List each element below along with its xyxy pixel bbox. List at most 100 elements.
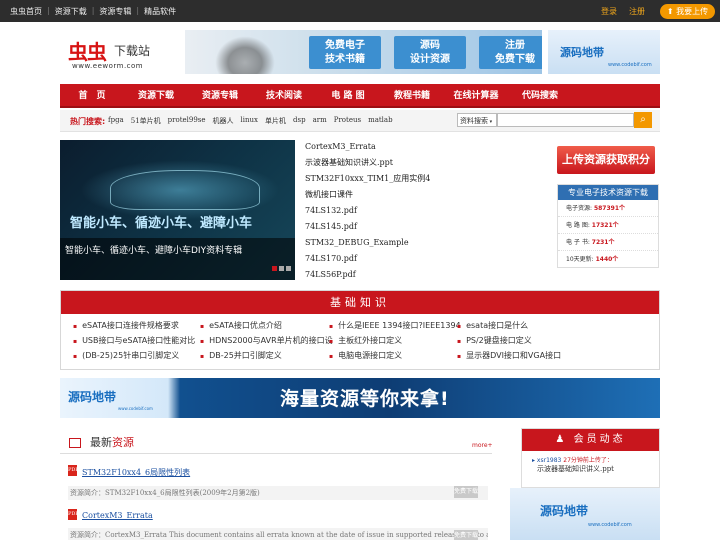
hot-search-label: 热门搜索: bbox=[70, 117, 106, 126]
slider-dots bbox=[270, 266, 291, 271]
top-nav-download[interactable]: 资源下载 bbox=[55, 6, 87, 17]
more-link[interactable]: more+ bbox=[472, 442, 493, 449]
hot-word[interactable]: linux bbox=[241, 116, 258, 126]
nav-download[interactable]: 资源下载 bbox=[124, 84, 188, 106]
slider-dot[interactable] bbox=[279, 266, 284, 271]
knowledge-link[interactable]: HDNS2000与AVR单片机的接口设 bbox=[200, 335, 338, 346]
mid-banner-url: www.codebif.com bbox=[118, 406, 153, 411]
slider-dot[interactable] bbox=[286, 266, 291, 271]
banner-box-line: 免费电子 bbox=[325, 40, 365, 51]
top-bar: 虫虫首页 | 资源下载 | 资源专辑 | 精品软件 登录 注册 ⬆ 我要上传 bbox=[0, 0, 720, 22]
codebif-side-ad[interactable]: 源码地带 www.codebif.com bbox=[510, 488, 660, 540]
knowledge-link[interactable]: 主板红外接口定义 bbox=[329, 335, 467, 346]
knowledge-link[interactable]: esata接口是什么 bbox=[457, 320, 595, 331]
knowledge-link[interactable]: PS/2键盘接口定义 bbox=[457, 335, 595, 346]
knowledge-link[interactable]: eSATA接口连接件规格要求 bbox=[73, 320, 211, 331]
file-link[interactable]: STM32_DEBUG_Example bbox=[305, 237, 505, 253]
hot-word[interactable]: 单片机 bbox=[265, 116, 286, 126]
nav-code-search[interactable]: 代码搜索 bbox=[508, 84, 572, 106]
stat-label: 电 路 图: bbox=[566, 222, 590, 229]
banner-box-line: 免费下载 bbox=[495, 54, 535, 65]
user-icon: ♟ bbox=[555, 434, 574, 445]
search-type-select[interactable]: 资料搜索 ▾ bbox=[457, 113, 497, 127]
hot-word[interactable]: 51单片机 bbox=[131, 116, 161, 126]
file-link[interactable]: 示波器基础知识讲义.ppt bbox=[305, 157, 505, 173]
register-link[interactable]: 注册 bbox=[629, 6, 645, 17]
slider-caption[interactable]: 智能小车、循迹小车、避障小车DIY资料专辑 bbox=[60, 238, 295, 280]
nav-reading[interactable]: 技术阅读 bbox=[252, 84, 316, 106]
knowledge-link[interactable]: (DB-25)25针串口引脚定义 bbox=[73, 350, 211, 361]
knowledge-link[interactable]: 显示器DVI接口和VGA接口 bbox=[457, 350, 595, 361]
stat-value: 17321个 bbox=[591, 222, 619, 229]
slider-dot[interactable] bbox=[272, 266, 277, 271]
knowledge-link[interactable]: 什么是IEEE 1394接口?IEEE1394 bbox=[329, 320, 467, 331]
mid-banner-ad[interactable]: 源码地带 www.codebif.com 海量资源等你来拿! bbox=[60, 378, 660, 418]
activity-action: 27分钟前上传了： bbox=[563, 457, 613, 464]
slider-headline: 智能小车、循迹小车、避障小车 bbox=[70, 216, 253, 231]
stat-row: 电 子 书: 7231个 bbox=[558, 234, 658, 251]
latest-resources-title: 最新资源 bbox=[90, 434, 134, 450]
search-button[interactable]: ⌕ bbox=[634, 112, 652, 128]
download-button[interactable]: 免费下载 bbox=[454, 486, 478, 498]
knowledge-link[interactable]: 电脑电源接口定义 bbox=[329, 350, 467, 361]
banner-box-line: 源码 bbox=[420, 40, 440, 51]
activity-user[interactable]: xsr1983 bbox=[537, 457, 561, 464]
upload-resource-button[interactable]: 上传资源获取积分 bbox=[557, 146, 655, 174]
hot-word[interactable]: dsp bbox=[293, 116, 306, 126]
recent-files-list: CortexM3_Errata 示波器基础知识讲义.ppt STM32F10xx… bbox=[305, 141, 505, 285]
hot-word[interactable]: 机器人 bbox=[213, 116, 234, 126]
activity-file[interactable]: 示波器基础知识讲义.ppt bbox=[522, 464, 659, 474]
site-logo[interactable]: 虫虫 下载站 www.eeworm.com bbox=[68, 34, 178, 74]
knowledge-link[interactable]: USB接口与eSATA接口性能对比 bbox=[73, 335, 211, 346]
banner-box-line: 技术书籍 bbox=[325, 54, 365, 65]
resource-title[interactable]: PDF CortexM3_Errata bbox=[68, 509, 488, 520]
resource-title[interactable]: PDF STM32F10xx4_6局限性列表 bbox=[68, 465, 488, 478]
knowledge-link[interactable]: DB-25并口引脚定义 bbox=[200, 350, 338, 361]
latest-title-prefix: 最新 bbox=[90, 436, 112, 449]
nav-home[interactable]: 首 页 bbox=[60, 84, 124, 106]
resource-title-text: STM32F10xx4_6局限性列表 bbox=[82, 468, 191, 477]
banner-source-design[interactable]: 源码 设计资源 bbox=[394, 36, 466, 69]
file-link[interactable]: 微机接口课件 bbox=[305, 189, 505, 205]
top-nav-software[interactable]: 精品软件 bbox=[144, 6, 176, 17]
nav-albums[interactable]: 资源专辑 bbox=[188, 84, 252, 106]
top-nav-home[interactable]: 虫虫首页 bbox=[10, 6, 42, 17]
banner-register-download[interactable]: 注册 免费下载 bbox=[479, 36, 542, 69]
stat-value: 1440个 bbox=[595, 256, 619, 263]
hot-words: fpga 51单片机 protel99se 机器人 linux 单片机 dsp … bbox=[108, 116, 400, 126]
search-input[interactable] bbox=[497, 113, 634, 127]
codebif-ad[interactable]: 源码地带 www.codebif.com bbox=[548, 30, 660, 74]
file-link[interactable]: CortexM3_Errata bbox=[305, 141, 505, 157]
stat-label: 电子资源: bbox=[566, 205, 593, 212]
nav-calculator[interactable]: 在线计算器 bbox=[444, 84, 508, 106]
hot-word[interactable]: arm bbox=[313, 116, 327, 126]
header-banner[interactable]: 免费电子 技术书籍 源码 设计资源 注册 免费下载 bbox=[185, 30, 542, 74]
hot-word[interactable]: Proteus bbox=[334, 116, 361, 126]
file-link[interactable]: 74LS145.pdf bbox=[305, 221, 505, 237]
hot-word[interactable]: matlab bbox=[368, 116, 393, 126]
chevron-down-icon: ▾ bbox=[488, 119, 493, 125]
hot-word[interactable]: protel99se bbox=[168, 116, 206, 126]
file-link[interactable]: 74LS170.pdf bbox=[305, 253, 505, 269]
banner-free-books[interactable]: 免费电子 技术书籍 bbox=[309, 36, 381, 69]
login-link[interactable]: 登录 bbox=[601, 6, 617, 17]
stat-row: 10天更新: 1440个 bbox=[558, 251, 658, 268]
member-activity-title-text: 会员动态 bbox=[573, 434, 626, 445]
file-link[interactable]: 74LS56P.pdf bbox=[305, 269, 505, 285]
stat-value: 587391个 bbox=[593, 205, 626, 212]
download-button[interactable]: 免费下载 bbox=[454, 530, 478, 540]
nav-circuits[interactable]: 电 路 图 bbox=[316, 84, 380, 106]
pdf-icon: PDF bbox=[68, 465, 79, 476]
top-nav-albums[interactable]: 资源专辑 bbox=[99, 6, 131, 17]
nav-books[interactable]: 教程书籍 bbox=[380, 84, 444, 106]
logo-text: 虫虫 bbox=[68, 40, 107, 64]
file-link[interactable]: 74LS132.pdf bbox=[305, 205, 505, 221]
knowledge-link[interactable]: eSATA接口优点介绍 bbox=[200, 320, 338, 331]
stat-row: 电子资源: 587391个 bbox=[558, 200, 658, 217]
hot-word[interactable]: fpga bbox=[108, 116, 124, 126]
mail-icon bbox=[69, 438, 81, 448]
file-link[interactable]: STM32F10xxx_TIM1_应用实例4 bbox=[305, 173, 505, 189]
feature-slider[interactable]: 智能小车、循迹小车、避障小车 智能小车、循迹小车、避障小车DIY资料专辑 bbox=[60, 140, 295, 280]
resource-entry: PDF STM32F10xx4_6局限性列表 资源简介：STM32F10xx4_6… bbox=[68, 465, 488, 500]
upload-button[interactable]: ⬆ 我要上传 bbox=[660, 4, 715, 19]
